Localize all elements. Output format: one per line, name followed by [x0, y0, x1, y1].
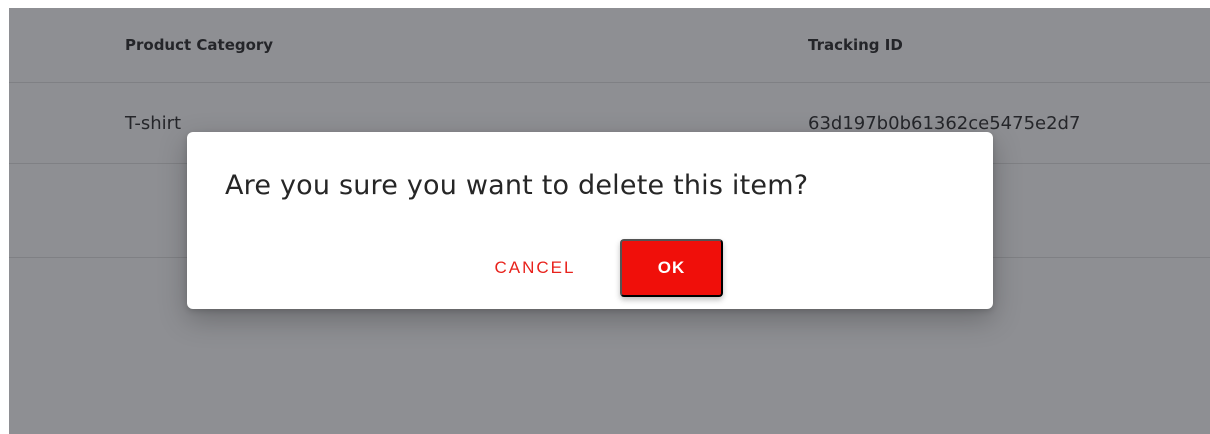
cancel-button[interactable]: CANCEL: [470, 239, 600, 297]
dialog-actions: CANCEL OK: [187, 239, 993, 297]
dialog-message: Are you sure you want to delete this ite…: [225, 170, 809, 201]
ok-button[interactable]: OK: [620, 239, 723, 297]
confirm-delete-dialog: Are you sure you want to delete this ite…: [187, 132, 993, 309]
